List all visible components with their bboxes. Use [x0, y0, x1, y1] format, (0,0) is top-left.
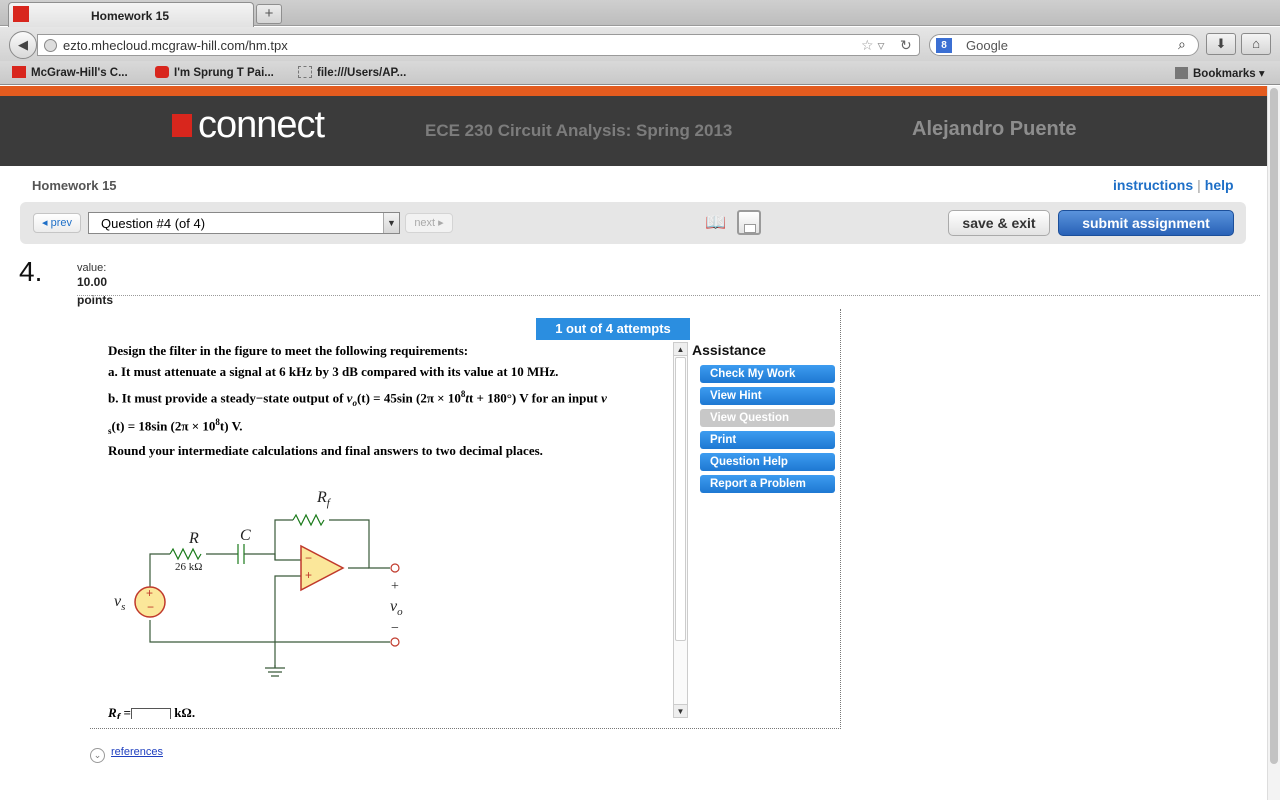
url-bar[interactable]: ezto.mhecloud.mcgraw-hill.com/hm.tpx ☆ ▿… — [37, 34, 920, 56]
bookmarks-menu[interactable]: Bookmarks ▾ — [1175, 66, 1265, 80]
question-line-2: a. It must attenuate a signal at 6 kHz b… — [108, 364, 559, 379]
link-separator: | — [1197, 177, 1201, 193]
bookmark-file[interactable]: file:///Users/AP... — [298, 66, 406, 79]
wire-input — [149, 553, 170, 588]
output-terminal-bottom — [390, 637, 400, 647]
youtube-icon — [155, 66, 169, 78]
prev-button[interactable]: ◂ prev — [33, 213, 81, 233]
opamp-minus: − — [305, 551, 312, 565]
report-problem-button[interactable]: Report a Problem — [700, 475, 835, 493]
wire-ground — [149, 620, 390, 643]
view-question-button[interactable]: View Question — [700, 409, 835, 427]
scrollbar-thumb[interactable] — [1270, 88, 1278, 764]
search-placeholder: Google — [966, 38, 1008, 53]
reload-icon[interactable]: ↻ — [900, 37, 912, 54]
answer-row: Rf = kΩ. — [108, 705, 195, 719]
wire-noninverting — [274, 575, 301, 668]
question-number: 4. — [19, 256, 43, 287]
tab-title: Homework 15 — [91, 9, 170, 23]
wire-feedback-right — [329, 519, 390, 569]
mcgraw-hill-logo-icon — [172, 114, 192, 137]
file-icon — [298, 66, 312, 78]
search-icon[interactable]: ⌕ — [1178, 36, 1186, 53]
save-exit-button[interactable]: save & exit — [948, 210, 1050, 236]
question-line-4: s(t) = 18sin (2π × 108t) V. — [108, 417, 243, 436]
mcgraw-hill-icon — [12, 66, 26, 78]
question-line-1: Design the filter in the figure to meet … — [108, 343, 469, 358]
opamp-plus: + — [305, 568, 312, 582]
references-link[interactable]: ⌄ references — [90, 746, 163, 763]
bookmarks-icon — [1175, 67, 1188, 79]
question-line-5: Round your intermediate calculations and… — [108, 443, 543, 458]
url-text: ezto.mhecloud.mcgraw-hill.com/hm.tpx — [63, 38, 288, 53]
instructions-link[interactable]: instructions — [1113, 177, 1193, 193]
value-number: 10.00 — [77, 275, 108, 289]
help-link[interactable]: help — [1205, 177, 1234, 193]
label-vo: vo — [390, 598, 403, 618]
homework-title: Homework 15 — [32, 178, 117, 193]
capacitor-c — [237, 544, 245, 564]
back-button[interactable]: ◀ — [9, 31, 37, 59]
output-terminal-top — [390, 563, 400, 573]
divider — [77, 295, 1260, 296]
next-button[interactable]: next ▸ — [405, 213, 453, 233]
globe-icon — [44, 39, 57, 52]
question-scroll-thumb[interactable] — [675, 357, 686, 641]
logo-text: connect — [198, 104, 325, 146]
bookmark-mcgraw-hill[interactable]: McGraw-Hill's C... — [12, 66, 128, 79]
label-r-value: 26 kΩ — [175, 561, 202, 573]
label-vo-minus: − — [391, 621, 399, 636]
dropdown-arrow-icon[interactable]: ▼ — [383, 213, 399, 233]
top-links: instructions | help — [1113, 177, 1234, 193]
resistor-rf — [292, 513, 325, 527]
attempts-badge: 1 out of 4 attempts — [536, 318, 690, 340]
scroll-down-arrow-icon[interactable]: ▼ — [674, 704, 687, 717]
home-button[interactable]: ⌂ — [1241, 33, 1271, 55]
question-select[interactable]: Question #4 (of 4) ▼ — [88, 212, 400, 234]
accent-bar — [0, 86, 1267, 96]
tab-bar: Homework 15 + — [0, 0, 1280, 27]
check-my-work-button[interactable]: Check My Work — [700, 365, 835, 383]
search-bar[interactable]: 8 Google ⌕ — [929, 34, 1199, 56]
resistor-r — [169, 547, 202, 561]
wire-feedback-left — [274, 519, 293, 560]
label-vs: vs — [114, 593, 125, 613]
user-name: Alejandro Puente — [912, 118, 1077, 140]
browser-tab[interactable]: Homework 15 — [8, 2, 254, 27]
label-c: C — [240, 527, 251, 544]
bookmark-star-icon[interactable]: ☆ ▿ — [861, 37, 884, 54]
question-help-button[interactable]: Question Help — [700, 453, 835, 471]
save-icon[interactable] — [737, 210, 761, 235]
download-button[interactable]: ⬇ — [1206, 33, 1236, 55]
ground-symbol — [265, 642, 285, 677]
question-scrollbar[interactable]: ▲ ▼ — [673, 342, 688, 718]
expand-chevron-icon[interactable]: ⌄ — [90, 748, 105, 763]
view-hint-button[interactable]: View Hint — [700, 387, 835, 405]
label-vo-plus: + — [391, 579, 399, 594]
submit-assignment-button[interactable]: submit assignment — [1058, 210, 1234, 236]
rf-answer-input[interactable] — [130, 708, 171, 719]
label-r: R — [188, 530, 199, 547]
value-label: value: — [77, 262, 107, 274]
mcgraw-hill-favicon-icon — [13, 6, 29, 22]
question-line-3: b. It must provide a steady−state output… — [108, 389, 607, 408]
label-rf: Rf — [316, 489, 332, 509]
print-button[interactable]: Print — [700, 431, 835, 449]
navigation-bar: ◀ ezto.mhecloud.mcgraw-hill.com/hm.tpx ☆… — [0, 27, 1280, 61]
vs-plus: + — [146, 586, 153, 600]
wire-c-inverting — [244, 553, 301, 561]
assistance-title: Assistance — [692, 342, 766, 358]
bookmarks-bar: McGraw-Hill's C... I'm Sprung T Pai... f… — [0, 61, 1280, 85]
course-title: ECE 230 Circuit Analysis: Spring 2013 — [425, 121, 733, 140]
ebook-icon[interactable]: 📖 — [705, 213, 726, 233]
vs-minus: − — [147, 600, 154, 614]
new-tab-button[interactable]: + — [256, 4, 282, 24]
scroll-up-arrow-icon[interactable]: ▲ — [674, 343, 687, 356]
google-icon[interactable]: 8 — [936, 38, 952, 53]
question-select-value: Question #4 (of 4) — [101, 216, 206, 231]
circuit-diagram: + − − + Rf R C 26 kΩ vs + vo − — [114, 489, 403, 677]
bookmark-youtube[interactable]: I'm Sprung T Pai... — [155, 66, 274, 79]
page-scrollbar[interactable] — [1267, 86, 1280, 800]
